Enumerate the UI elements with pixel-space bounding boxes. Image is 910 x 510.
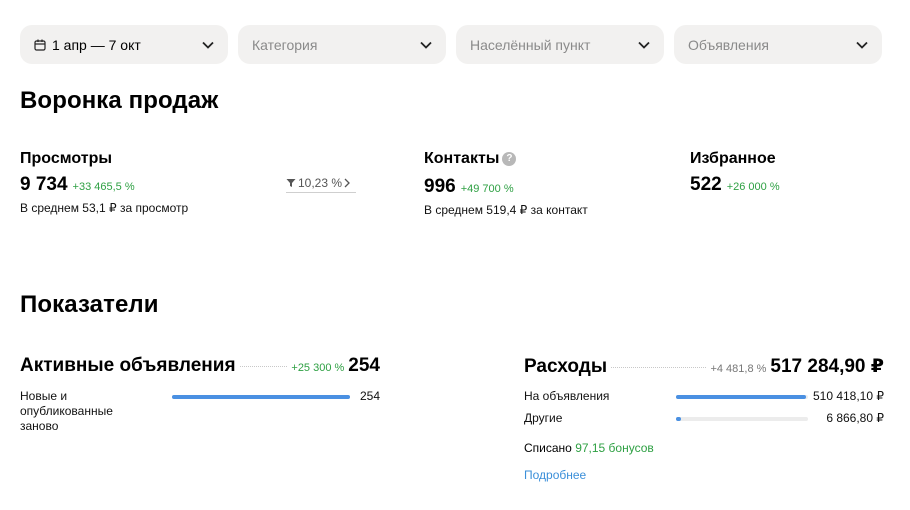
views-average: В среднем 53,1 ₽ за просмотр (20, 201, 189, 215)
contacts-value: 996 (424, 176, 456, 197)
expense-row-other-bar (676, 417, 808, 421)
favorites-value-group: 522 +26 000 % (690, 174, 780, 196)
active-ads-delta: +25 300 % (291, 362, 345, 374)
written-off-bonus: 97,15 бонусов (575, 441, 654, 455)
expenses-delta: +4 481,8 % (710, 363, 767, 375)
help-icon[interactable]: ? (502, 152, 517, 166)
active-ads-value: 254 (348, 355, 380, 376)
ads-filter[interactable]: Объявления (674, 25, 882, 64)
funnel-icon (286, 179, 296, 187)
category-filter-placeholder: Категория (252, 36, 318, 53)
expenses-header: Расходы +4 481,8 % 517 284,90 ₽ (524, 355, 884, 378)
written-off-note: Списано 97,15 бонусов (524, 441, 654, 455)
active-ads-header: Активные объявления +25 300 % 254 (20, 355, 380, 377)
favorites-value: 522 (690, 174, 722, 195)
dotted-leader (239, 366, 288, 367)
expense-row-other-label: Другие (524, 411, 563, 425)
chevron-right-icon (344, 178, 350, 188)
expense-row-ads-value: 510 418,10 ₽ (812, 389, 884, 403)
contacts-value-group: 996 +49 700 % (424, 176, 514, 198)
more-details-link[interactable]: Подробнее (524, 468, 586, 482)
dotted-leader (611, 367, 707, 368)
expense-row-other-bar-fill (676, 417, 682, 421)
locality-filter-placeholder: Населённый пункт (470, 36, 591, 53)
contacts-average: В среднем 519,4 ₽ за контакт (424, 203, 588, 217)
views-value-group: 9 734 +33 465,5 % (20, 174, 135, 196)
conversion-value: 10,23 % (298, 176, 343, 190)
period-filter[interactable]: 1 апр — 7 окт (20, 25, 228, 64)
favorites-title: Избранное (690, 150, 776, 167)
chevron-down-icon (202, 41, 214, 49)
views-value: 9 734 (20, 174, 68, 195)
expenses-value: 517 284,90 ₽ (770, 356, 884, 377)
funnel-title: Воронка продаж (20, 87, 219, 114)
expense-row-ads-bar-fill (676, 395, 807, 399)
written-off-prefix: Списано (524, 441, 572, 455)
expense-row-ads-bar (676, 395, 808, 399)
expense-row-other-value: 6 866,80 ₽ (826, 411, 884, 425)
active-ads-title: Активные объявления (20, 355, 236, 376)
category-filter[interactable]: Категория (238, 25, 446, 64)
expense-row-ads-label: На объявления (524, 389, 610, 403)
calendar-icon (34, 39, 46, 51)
filters-bar: 1 апр — 7 окт Категория Населённый пункт… (20, 25, 884, 64)
conversion-link[interactable]: 10,23 % (286, 176, 356, 193)
chevron-down-icon (856, 41, 868, 49)
locality-filter[interactable]: Населённый пункт (456, 25, 664, 64)
views-title: Просмотры (20, 150, 113, 167)
active-row-value: 254 (359, 389, 380, 403)
contacts-title: Контакты (424, 150, 500, 167)
active-row-label: Новые и опубликованные заново (20, 389, 113, 433)
views-delta: +33 465,5 % (72, 181, 135, 193)
contacts-title-group: Контакты? (424, 150, 517, 168)
expenses-title: Расходы (524, 356, 608, 377)
period-filter-label: 1 апр — 7 окт (52, 36, 141, 53)
indicators-title: Показатели (20, 291, 159, 318)
chevron-down-icon (420, 41, 432, 49)
chevron-down-icon (638, 41, 650, 49)
contacts-delta: +49 700 % (460, 183, 514, 195)
ads-filter-placeholder: Объявления (688, 36, 769, 53)
favorites-delta: +26 000 % (726, 181, 780, 193)
